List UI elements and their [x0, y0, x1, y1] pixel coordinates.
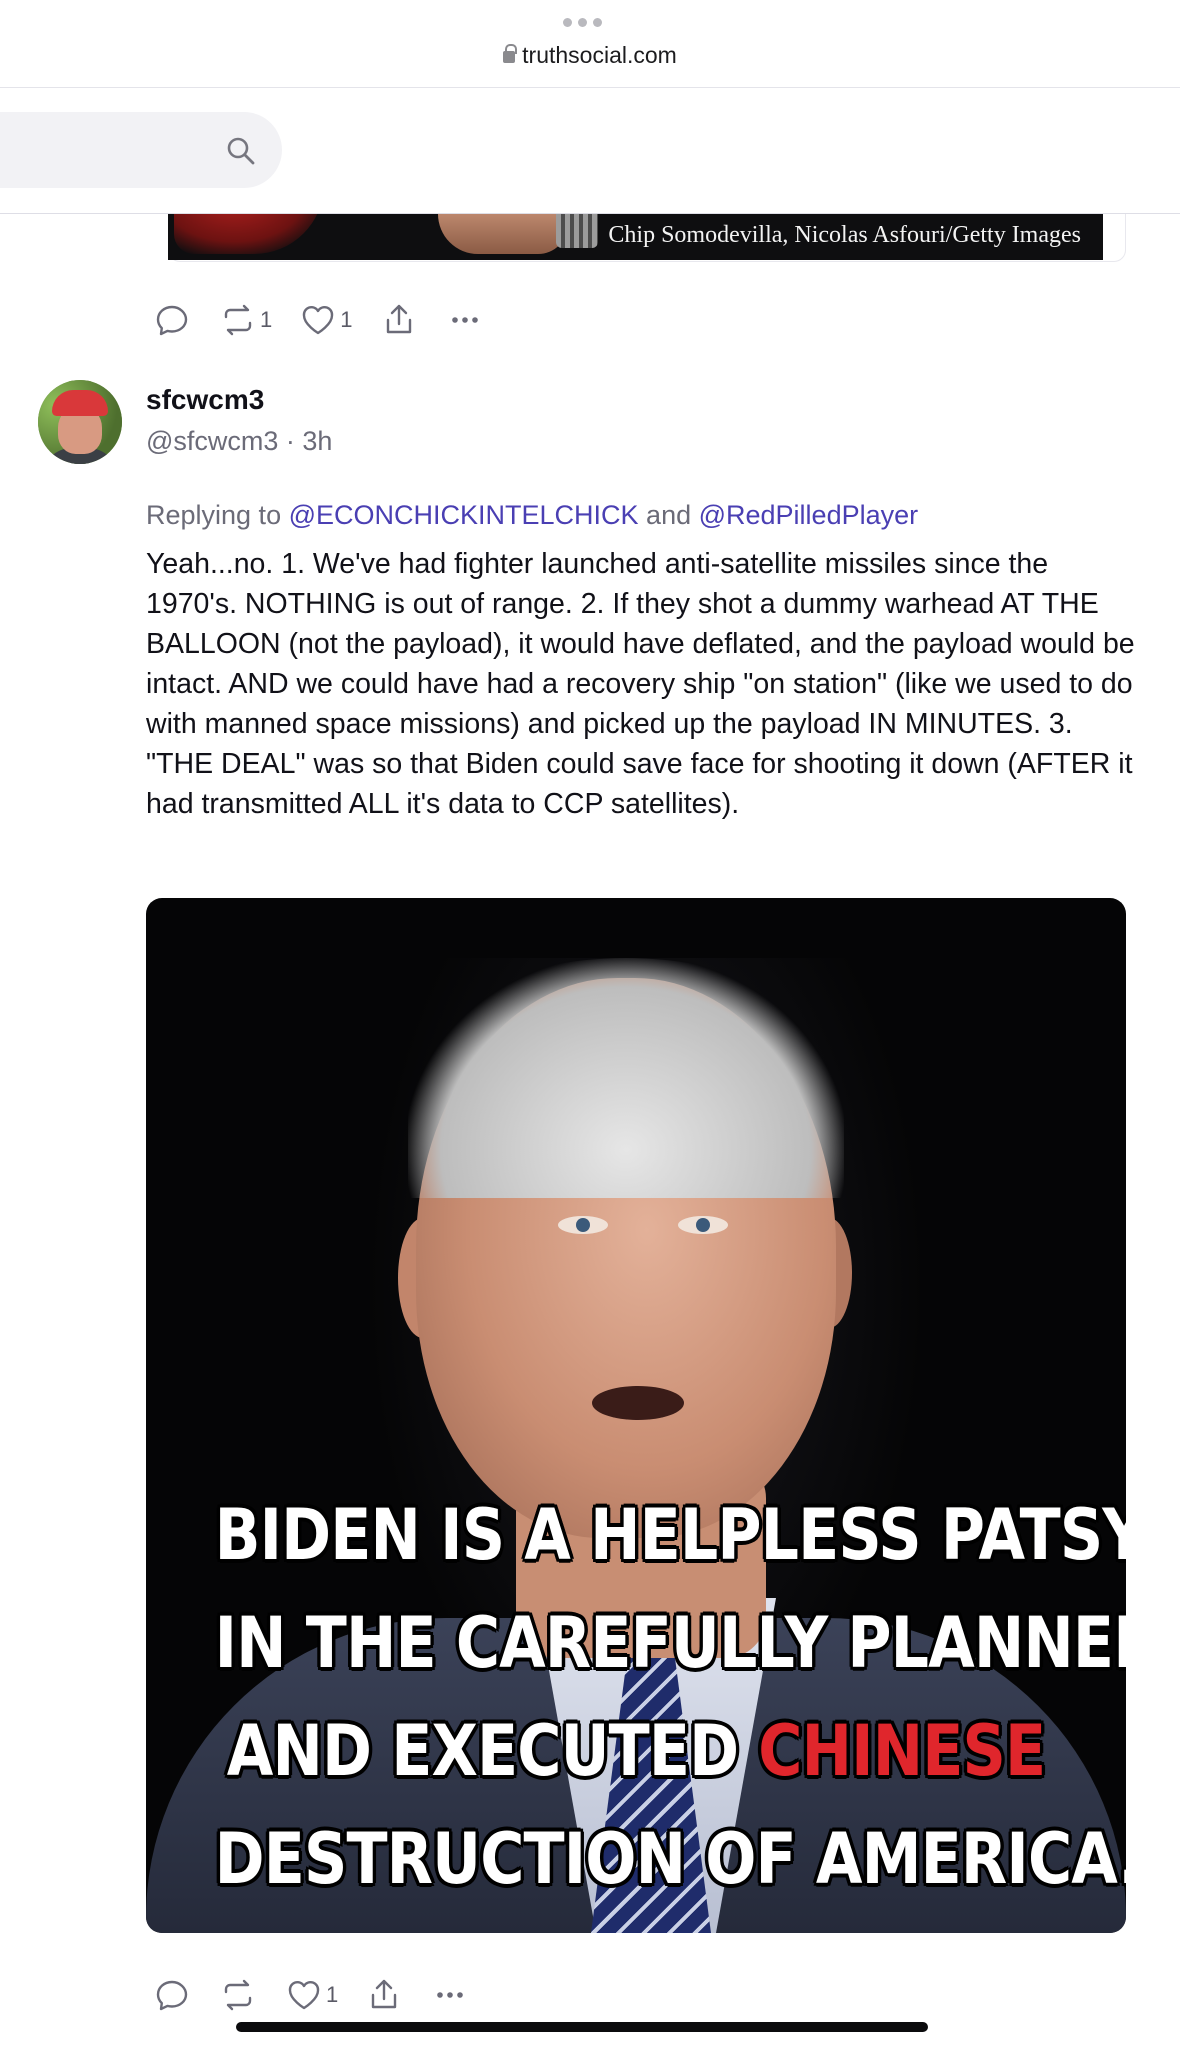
like-icon	[288, 1980, 320, 2010]
post-body: Yeah...no. 1. We've had fighter launched…	[146, 548, 1135, 820]
meme-caption-line-2: IN THE CAREFULLY PLANNED	[214, 1602, 1126, 1684]
replying-and: and	[638, 500, 699, 530]
post-image[interactable]: BIDEN IS A HELPLESS PATSY IN THE CAREFUL…	[146, 898, 1126, 1933]
reply-icon	[156, 305, 188, 336]
avatar[interactable]	[38, 380, 122, 464]
repost-icon	[224, 304, 252, 336]
handle-timestamp[interactable]: @sfcwcm3 · 3h	[146, 426, 332, 457]
share-icon	[372, 1979, 397, 2009]
more-icon	[437, 1992, 464, 1998]
share-icon	[386, 304, 411, 334]
post-actions: 1	[152, 1972, 496, 2018]
like-button[interactable]: 1	[298, 300, 353, 340]
home-indicator	[236, 2022, 928, 2032]
repost-icon	[224, 1979, 252, 2011]
reply-button[interactable]	[152, 1975, 192, 2015]
previous-post-actions: 1 1	[152, 297, 511, 343]
image-caption: Chip Somodevilla, Nicolas Asfouri/Getty …	[608, 222, 1081, 248]
repost-button[interactable]	[218, 1975, 258, 2015]
more-button[interactable]	[445, 300, 485, 340]
replying-to-line: Replying to @ECONCHICKINTELCHICK and @Re…	[146, 500, 918, 531]
address-domain: truthsocial.com	[522, 42, 677, 68]
meme-caption-line-4: DESTRUCTION OF AMERICA.	[214, 1818, 1126, 1900]
meme-caption-line-3-start: AND EXECUTED	[226, 1710, 759, 1792]
meme-caption-line-3: AND EXECUTED CHINESE	[215, 1710, 1058, 1792]
repost-button[interactable]: 1	[218, 300, 272, 340]
like-icon	[303, 305, 334, 335]
reply-icon	[156, 1980, 188, 2011]
site-header	[0, 88, 1180, 214]
meme-caption-line-1: BIDEN IS A HELPLESS PATSY	[214, 1494, 1126, 1576]
more-button[interactable]	[430, 1975, 470, 2015]
browser-menu-dots-icon[interactable]	[558, 18, 606, 28]
reply-button[interactable]	[152, 300, 192, 340]
browser-bar: truthsocial.com	[0, 0, 1180, 88]
mention-link-1[interactable]: @ECONCHICKINTELCHICK	[289, 500, 639, 530]
previous-post-image[interactable]: Chip Somodevilla, Nicolas Asfouri/Getty …	[168, 214, 1103, 260]
like-count: 1	[326, 1982, 339, 2007]
search-input[interactable]	[0, 112, 282, 188]
replying-prefix: Replying to	[146, 500, 289, 530]
lock-icon	[503, 44, 518, 63]
share-button[interactable]	[364, 1975, 404, 2015]
more-icon	[451, 317, 478, 323]
repost-count: 1	[260, 307, 273, 332]
mention-link-2[interactable]: @RedPilledPlayer	[699, 500, 919, 530]
like-button[interactable]: 1	[284, 1975, 338, 2015]
like-count: 1	[340, 307, 353, 332]
meme-caption-highlight: CHINESE	[758, 1710, 1046, 1792]
address-bar[interactable]: truthsocial.com	[0, 42, 1180, 69]
share-button[interactable]	[379, 300, 419, 340]
display-name[interactable]: sfcwcm3	[146, 384, 264, 416]
search-icon[interactable]	[226, 136, 256, 166]
